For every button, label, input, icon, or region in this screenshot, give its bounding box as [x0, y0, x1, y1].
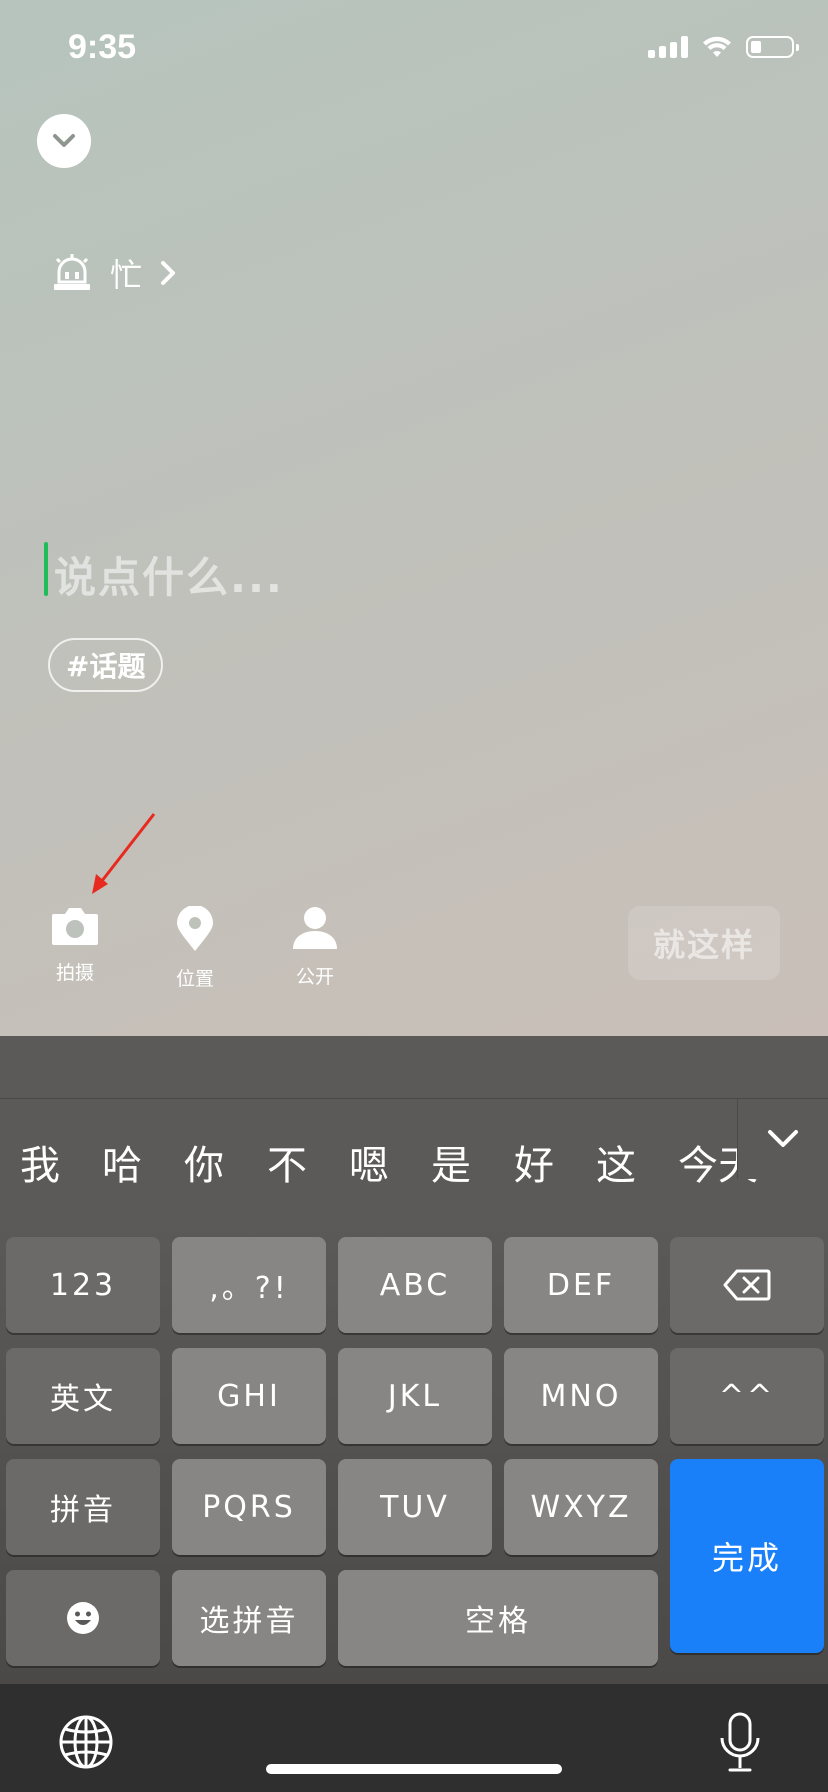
status-icons: [648, 36, 799, 58]
candidate-item[interactable]: 不: [267, 1133, 307, 1191]
key-abc[interactable]: ABC: [338, 1237, 492, 1333]
cellular-signal-icon: [648, 36, 688, 58]
keyboard: 我 哈 你 不 嗯 是 好 这 今天 123 ,。?! ABC DEF 英文 G…: [0, 1036, 828, 1792]
key-ghi[interactable]: GHI: [172, 1348, 326, 1444]
key-pqrs[interactable]: PQRS: [172, 1459, 326, 1555]
key-english[interactable]: 英文: [6, 1348, 160, 1444]
capture-tool[interactable]: 拍摄: [25, 906, 125, 985]
microphone-icon[interactable]: [718, 1712, 762, 1774]
delete-icon: [723, 1269, 771, 1301]
text-cursor: [44, 542, 48, 596]
key-space[interactable]: 空格: [338, 1570, 658, 1666]
chevron-down-icon: [53, 134, 75, 147]
chevron-down-icon: [768, 1130, 798, 1147]
candidate-bar: 我 哈 你 不 嗯 是 好 这 今天: [0, 1098, 828, 1214]
key-mno[interactable]: MNO: [504, 1348, 658, 1444]
annotation-arrow: [92, 813, 156, 894]
key-punctuation[interactable]: ,。?!: [172, 1237, 326, 1333]
candidate-item[interactable]: 是: [431, 1133, 471, 1191]
globe-icon[interactable]: [58, 1714, 114, 1770]
mood-selector[interactable]: 忙: [52, 250, 176, 296]
key-select-pinyin[interactable]: 选拼音: [172, 1570, 326, 1666]
home-indicator[interactable]: [266, 1764, 562, 1774]
key-pinyin[interactable]: 拼音: [6, 1459, 160, 1555]
keyboard-input-strip: [0, 1036, 828, 1098]
expand-candidates-button[interactable]: [737, 1099, 828, 1179]
visibility-tool[interactable]: 公开: [265, 906, 365, 989]
keys-area: 123 ,。?! ABC DEF 英文 GHI JKL MNO ^^ 拼音 PQ…: [0, 1214, 828, 1684]
key-jkl[interactable]: JKL: [338, 1348, 492, 1444]
busy-status-icon: [54, 254, 90, 290]
key-tuv[interactable]: TUV: [338, 1459, 492, 1555]
key-done[interactable]: 完成: [670, 1459, 824, 1653]
collapse-button[interactable]: [37, 114, 91, 168]
location-pin-icon: [177, 906, 213, 951]
candidate-item[interactable]: 哈: [102, 1133, 142, 1191]
key-emoji[interactable]: [6, 1570, 160, 1666]
topic-button[interactable]: #话题: [48, 638, 164, 692]
battery-icon: [746, 36, 799, 58]
post-text-input[interactable]: 说点什么...: [54, 544, 284, 605]
screen: 9:35 忙 说点什么... #话题 拍摄 位置 公开 就这样 我 哈 你 不 …: [0, 0, 828, 1792]
key-123[interactable]: 123: [6, 1237, 160, 1333]
keyboard-bottom-bar: [0, 1684, 828, 1792]
key-kaomoji[interactable]: ^^: [670, 1348, 824, 1444]
composer-area: 9:35 忙 说点什么... #话题 拍摄 位置 公开 就这样: [0, 0, 828, 1036]
visibility-label: 公开: [295, 966, 334, 988]
camera-icon: [52, 908, 98, 945]
capture-label: 拍摄: [55, 962, 94, 984]
location-tool[interactable]: 位置: [145, 906, 245, 991]
location-label: 位置: [175, 968, 214, 990]
candidate-item[interactable]: 你: [184, 1133, 224, 1191]
candidate-item[interactable]: 这: [596, 1133, 636, 1191]
submit-button[interactable]: 就这样: [628, 906, 780, 980]
wifi-icon: [703, 36, 731, 57]
chevron-right-icon: [161, 261, 176, 285]
key-def[interactable]: DEF: [504, 1237, 658, 1333]
mood-label: 忙: [110, 256, 143, 294]
candidate-item[interactable]: 我: [20, 1133, 60, 1191]
candidate-item[interactable]: 嗯: [349, 1133, 389, 1191]
candidate-item[interactable]: 好: [514, 1133, 554, 1191]
status-time: 9:35: [68, 28, 137, 66]
emoji-icon: [67, 1602, 99, 1634]
person-icon: [293, 907, 337, 949]
key-wxyz[interactable]: WXYZ: [504, 1459, 658, 1555]
key-delete[interactable]: [670, 1237, 824, 1333]
